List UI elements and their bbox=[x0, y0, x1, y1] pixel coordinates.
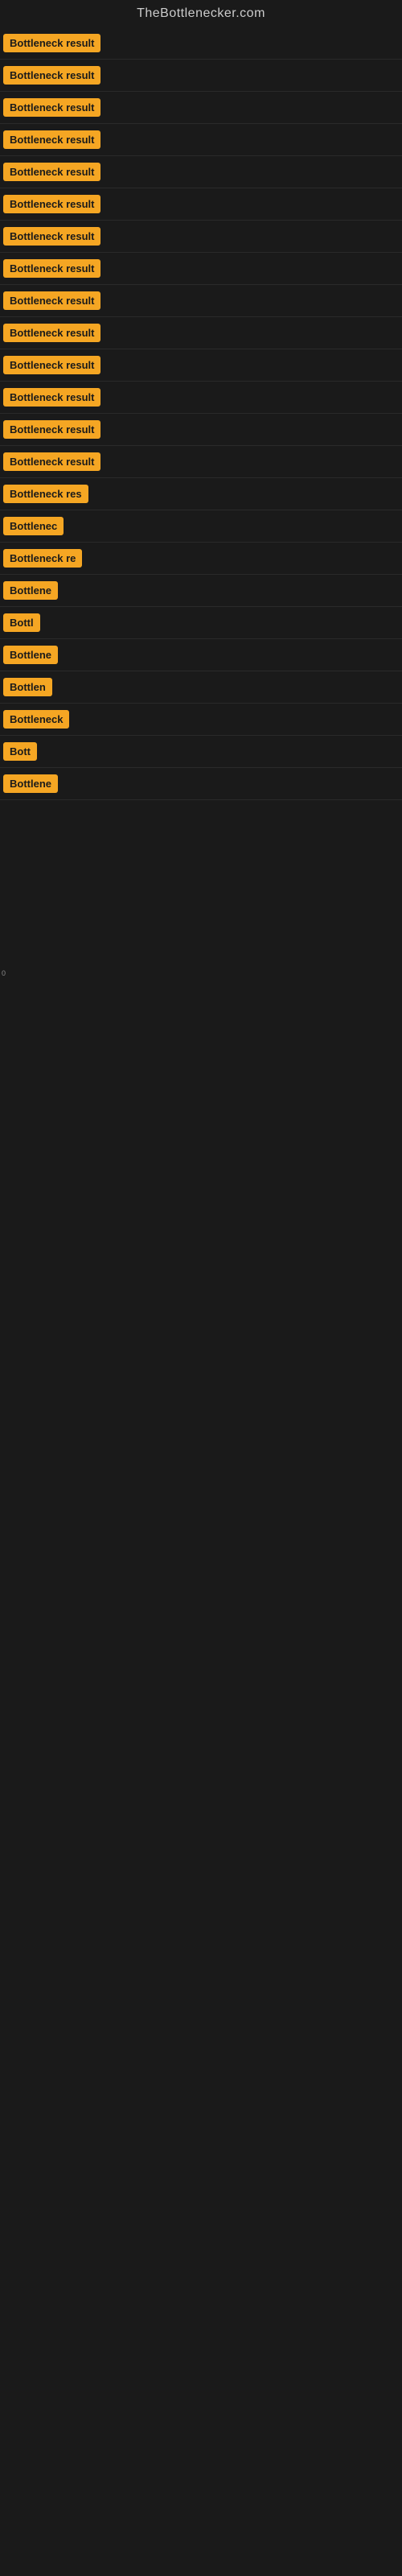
bottleneck-badge[interactable]: Bottleneck result bbox=[3, 259, 100, 278]
list-item: Bottleneck result bbox=[0, 349, 402, 382]
bottleneck-badge[interactable]: Bottleneck result bbox=[3, 291, 100, 310]
list-item: Bottleneck bbox=[0, 704, 402, 736]
bottleneck-badge[interactable]: Bottleneck bbox=[3, 710, 69, 729]
bottleneck-badge[interactable]: Bottlene bbox=[3, 646, 58, 664]
list-item: Bottlenec bbox=[0, 510, 402, 543]
bottleneck-badge[interactable]: Bottleneck result bbox=[3, 324, 100, 342]
list-item: Bottleneck result bbox=[0, 188, 402, 221]
list-item: Bottleneck result bbox=[0, 446, 402, 478]
site-header: TheBottlenecker.com bbox=[0, 0, 402, 27]
list-item: Bottlene bbox=[0, 639, 402, 671]
site-title: TheBottlenecker.com bbox=[0, 0, 402, 27]
list-item: Bottleneck result bbox=[0, 253, 402, 285]
list-item: Bottleneck result bbox=[0, 382, 402, 414]
bottleneck-badge[interactable]: Bottleneck result bbox=[3, 130, 100, 149]
bottleneck-badge[interactable]: Bottleneck result bbox=[3, 163, 100, 181]
list-item: Bottleneck result bbox=[0, 221, 402, 253]
list-item: Bottleneck result bbox=[0, 156, 402, 188]
bottleneck-badge[interactable]: Bottleneck re bbox=[3, 549, 82, 568]
bottleneck-badge[interactable]: Bottleneck result bbox=[3, 195, 100, 213]
bottleneck-badge[interactable]: Bottl bbox=[3, 613, 40, 632]
bottleneck-badge[interactable]: Bottleneck result bbox=[3, 227, 100, 246]
list-item: Bottl bbox=[0, 607, 402, 639]
bottleneck-badge[interactable]: Bottleneck result bbox=[3, 98, 100, 117]
bottleneck-badge[interactable]: Bottlen bbox=[3, 678, 52, 696]
bottleneck-badge[interactable]: Bottlene bbox=[3, 581, 58, 600]
list-item: Bottlene bbox=[0, 768, 402, 800]
bottleneck-badge[interactable]: Bottleneck result bbox=[3, 420, 100, 439]
list-item: Bottleneck result bbox=[0, 414, 402, 446]
list-item: Bottleneck result bbox=[0, 317, 402, 349]
list-item: Bott bbox=[0, 736, 402, 768]
bottleneck-badge[interactable]: Bottleneck result bbox=[3, 34, 100, 52]
footer-label: 0 bbox=[2, 969, 6, 977]
list-item: Bottlene bbox=[0, 575, 402, 607]
bottleneck-badge[interactable]: Bottleneck result bbox=[3, 452, 100, 471]
bottleneck-badge[interactable]: Bottleneck res bbox=[3, 485, 88, 503]
list-item: Bottleneck res bbox=[0, 478, 402, 510]
bottleneck-badge[interactable]: Bottleneck result bbox=[3, 356, 100, 374]
bottleneck-badge[interactable]: Bottleneck result bbox=[3, 388, 100, 407]
list-item: Bottleneck result bbox=[0, 92, 402, 124]
list-item: Bottleneck result bbox=[0, 60, 402, 92]
bottleneck-badge[interactable]: Bottlene bbox=[3, 774, 58, 793]
list-item: Bottleneck result bbox=[0, 124, 402, 156]
list-item: Bottleneck re bbox=[0, 543, 402, 575]
bottleneck-badge[interactable]: Bottleneck result bbox=[3, 66, 100, 85]
list-item: Bottleneck result bbox=[0, 285, 402, 317]
bottleneck-badge[interactable]: Bottlenec bbox=[3, 517, 64, 535]
badge-list: Bottleneck result Bottleneck result Bottle… bbox=[0, 27, 402, 800]
list-item: Bottlen bbox=[0, 671, 402, 704]
bottleneck-badge[interactable]: Bott bbox=[3, 742, 37, 761]
list-item: Bottleneck result bbox=[0, 27, 402, 60]
